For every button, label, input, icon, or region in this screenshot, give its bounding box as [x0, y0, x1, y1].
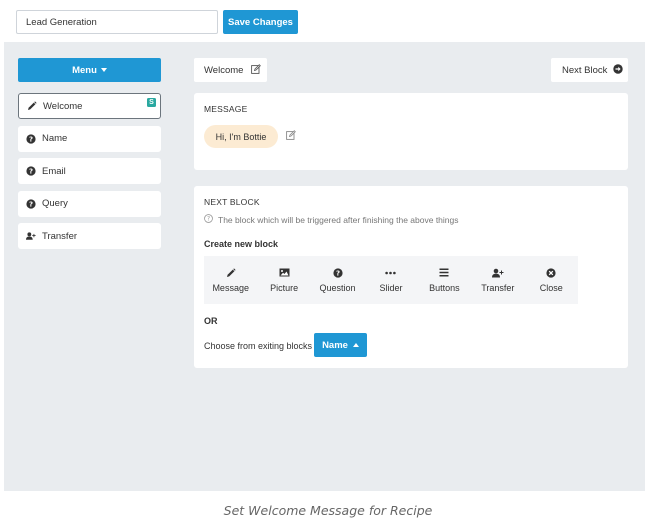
sidebar-item-transfer[interactable]: Transfer — [18, 223, 161, 249]
message-bubble[interactable]: Hi, I'm Bottie — [204, 125, 278, 148]
pencil-icon — [226, 267, 236, 278]
option-buttons[interactable]: Buttons — [418, 256, 471, 304]
hint-text: The block which will be triggered after … — [218, 214, 459, 225]
question-circle-icon: ? — [26, 198, 36, 209]
or-label: OR — [204, 316, 218, 326]
caret-down-icon — [100, 68, 107, 72]
pencil-icon — [27, 101, 37, 111]
sidebar-item-query[interactable]: ? Query — [18, 190, 161, 217]
next-block-button[interactable]: Next Block — [551, 58, 628, 82]
message-card-title: MESSAGE — [204, 104, 248, 114]
sidebar-item-label: Transfer — [42, 230, 78, 242]
bars-icon — [439, 268, 449, 278]
option-transfer[interactable]: Transfer — [471, 256, 524, 304]
svg-text:?: ? — [29, 168, 33, 176]
option-label: Picture — [270, 282, 299, 293]
image-icon — [279, 268, 290, 278]
create-new-block-label: Create new block — [204, 239, 279, 249]
option-label: Slider — [379, 282, 403, 293]
user-plus-icon — [26, 231, 36, 241]
option-slider[interactable]: Slider — [364, 256, 417, 304]
next-block-card: NEXT BLOCK ? The block which will be tri… — [194, 186, 628, 368]
option-close[interactable]: Close — [525, 256, 578, 304]
svg-text:?: ? — [29, 135, 33, 143]
question-circle-icon: ? — [26, 166, 36, 176]
user-plus-icon — [491, 268, 504, 278]
sidebar-item-welcome[interactable]: Welcome S — [18, 93, 161, 119]
edit-icon[interactable] — [286, 130, 296, 143]
sidebar-item-label: Welcome — [43, 100, 83, 112]
option-message[interactable]: Message — [204, 256, 257, 304]
menu-dropdown-button[interactable]: Menu — [18, 58, 161, 82]
top-bar: Save Changes — [0, 0, 656, 42]
message-card: MESSAGE Hi, I'm Bottie — [194, 93, 628, 170]
option-picture[interactable]: Picture — [257, 256, 310, 304]
option-label: Close — [539, 282, 563, 293]
next-block-label: Next Block — [562, 64, 608, 76]
current-block-label: Welcome — [204, 64, 244, 76]
current-block-title[interactable]: Welcome — [194, 58, 267, 82]
existing-block-value: Name — [322, 339, 348, 351]
help-circle-icon: ? — [204, 214, 213, 225]
option-label: Transfer — [481, 282, 515, 293]
edit-icon[interactable] — [251, 63, 262, 77]
question-circle-icon: ? — [26, 133, 36, 144]
choose-existing-label: Choose from exiting blocks — [204, 341, 313, 351]
caret-up-icon — [352, 343, 359, 347]
option-label: Message — [212, 282, 249, 293]
option-label: Question — [319, 282, 356, 293]
option-question[interactable]: ? Question — [311, 256, 364, 304]
arrow-right-circle-icon — [613, 63, 624, 77]
sidebar-item-label: Name — [42, 133, 68, 144]
start-badge: S — [147, 98, 156, 107]
next-block-card-title: NEXT BLOCK — [204, 197, 260, 207]
close-circle-icon — [546, 267, 556, 278]
bot-name-input[interactable] — [16, 10, 218, 34]
svg-text:?: ? — [207, 217, 210, 223]
existing-block-select[interactable]: Name — [314, 333, 367, 357]
svg-text:?: ? — [336, 269, 340, 277]
workspace: Menu Welcome S ? Name ? Email ? Query Tr… — [4, 42, 645, 491]
sidebar-item-label: Query — [42, 198, 68, 209]
block-list: Welcome S ? Name ? Email ? Query Transfe… — [18, 93, 161, 256]
question-circle-icon: ? — [332, 267, 343, 278]
next-block-hint: ? The block which will be triggered afte… — [204, 214, 459, 225]
sidebar-item-email[interactable]: ? Email — [18, 158, 161, 184]
sidebar-item-label: Email — [42, 165, 66, 177]
sidebar-item-name[interactable]: ? Name — [18, 125, 161, 152]
menu-button-label: Menu — [72, 64, 97, 76]
ellipsis-icon — [385, 268, 397, 278]
figure-caption: Set Welcome Message for Recipe — [223, 503, 433, 518]
save-changes-button[interactable]: Save Changes — [223, 10, 298, 34]
svg-text:?: ? — [29, 200, 33, 208]
block-type-options: Message Picture ? Question Slider Button… — [204, 256, 578, 304]
option-label: Buttons — [429, 282, 460, 293]
